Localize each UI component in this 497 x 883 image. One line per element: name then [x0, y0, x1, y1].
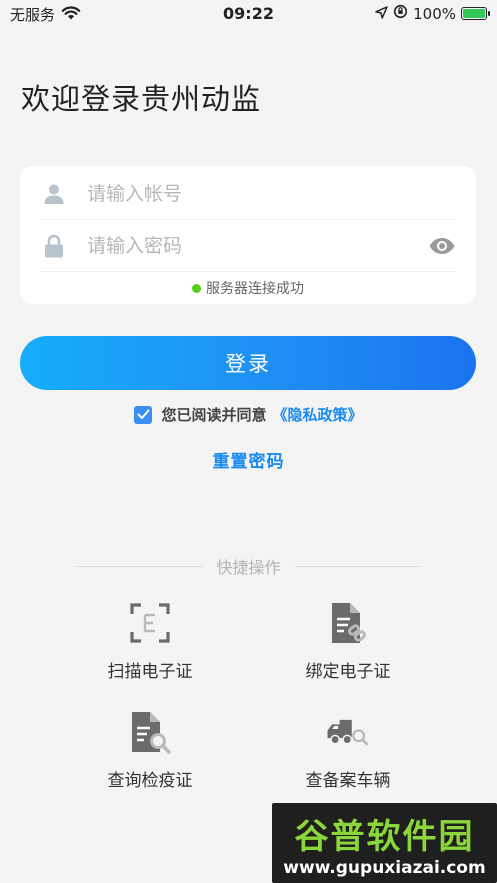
- watermark-url: www.gupuxiazai.com: [283, 858, 486, 878]
- password-input[interactable]: [87, 234, 407, 257]
- query-quarantine-icon: [128, 710, 172, 754]
- quick-action-bind-certificate[interactable]: 绑定电子证: [248, 601, 448, 682]
- divider-left: [75, 565, 203, 567]
- password-field: [40, 220, 456, 272]
- quick-actions-title: 快捷操作: [216, 558, 281, 577]
- bind-certificate-icon: [326, 601, 370, 645]
- quick-action-query-quarantine[interactable]: 查询检疫证: [50, 710, 250, 791]
- status-right: 100%: [375, 4, 490, 23]
- quick-actions-header: 快捷操作: [75, 554, 423, 578]
- site-watermark: 谷普软件园 www.gupuxiazai.com: [272, 803, 497, 883]
- watermark-title: 谷普软件园: [294, 817, 475, 857]
- agreement-checkbox[interactable]: [134, 405, 153, 424]
- battery-icon: [461, 7, 490, 20]
- server-connection-status: 服务器连接成功: [20, 278, 476, 298]
- battery-percent: 100%: [413, 4, 456, 23]
- quick-action-check-vehicle[interactable]: 查备案车辆: [248, 710, 448, 791]
- quick-action-label: 查备案车辆: [305, 771, 391, 791]
- quick-action-label: 扫描电子证: [107, 662, 193, 682]
- scan-certificate-icon: [128, 601, 172, 645]
- connection-status-text: 服务器连接成功: [206, 281, 304, 297]
- agreement-text: 您已阅读并同意: [161, 406, 267, 424]
- divider-right: [294, 565, 423, 567]
- account-field: [40, 168, 456, 220]
- orientation-lock-icon: [393, 4, 408, 23]
- check-vehicle-icon: [326, 710, 370, 754]
- quick-action-scan-certificate[interactable]: 扫描电子证: [50, 601, 250, 682]
- reset-password-link[interactable]: 重置密码: [0, 447, 497, 472]
- show-password-eye-icon[interactable]: [428, 234, 456, 258]
- lock-icon: [42, 234, 66, 258]
- privacy-policy-link[interactable]: 《隐私政策》: [273, 404, 363, 425]
- quick-action-label: 绑定电子证: [305, 662, 391, 682]
- login-form-card: 服务器连接成功: [20, 166, 476, 304]
- location-arrow-icon: [375, 5, 388, 23]
- login-button[interactable]: 登录: [20, 336, 476, 390]
- user-icon: [42, 182, 66, 206]
- account-input[interactable]: [87, 182, 407, 205]
- quick-action-label: 查询检疫证: [107, 771, 193, 791]
- status-dot: [192, 283, 201, 293]
- privacy-agreement: 您已阅读并同意 《隐私政策》: [0, 404, 497, 425]
- page-title: 欢迎登录贵州动监: [21, 82, 262, 116]
- status-bar: 无服务 09:22 100%: [0, 0, 497, 28]
